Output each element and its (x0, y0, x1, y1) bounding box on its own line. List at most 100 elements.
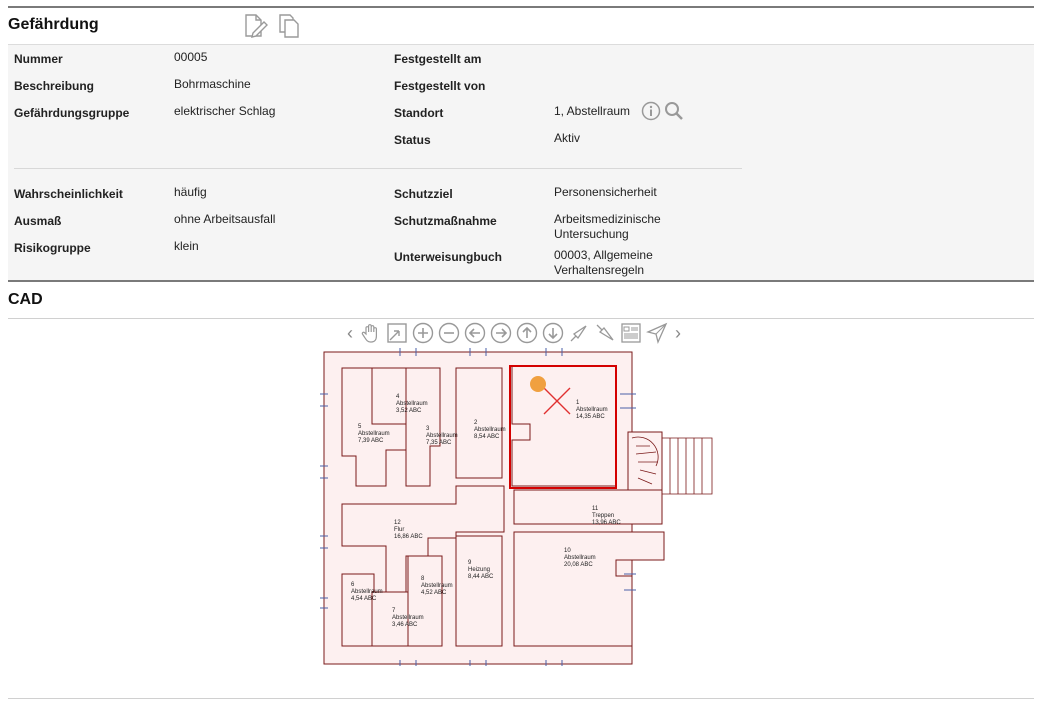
pan-button[interactable] (359, 321, 383, 345)
arrow-left-circle-icon (464, 322, 486, 344)
pointer-arrow-icon (646, 322, 668, 344)
pan-left-button[interactable] (463, 321, 487, 345)
room-6-name: Abstellraum (351, 589, 383, 595)
value-location: 1, Abstellraum (554, 104, 631, 118)
label-protective-measure: Schutzmaßnahme (394, 214, 497, 228)
label-instruction-book: Unterweisungbuch (394, 250, 503, 264)
zoom-extents-button[interactable] (567, 321, 591, 345)
room-7-name: Abstellraum (392, 615, 424, 621)
label-detected-by: Festgestellt von (394, 79, 486, 93)
room-6-area: 4,54 ABC (351, 596, 377, 602)
room-4-outline (371, 367, 407, 425)
value-hazard-group: elektrischer Schlag (174, 104, 276, 118)
zoom-out-button[interactable] (437, 321, 461, 345)
label-location: Standort (394, 106, 444, 120)
room-4-area: 3,52 ABC (396, 408, 422, 414)
room-2-name: Abstellraum (474, 427, 506, 433)
value-probability: häufig (174, 185, 207, 199)
room-3-area: 7,35 ABC (426, 440, 452, 446)
hazard-toolbar (242, 13, 300, 39)
room-4-name: Abstellraum (396, 401, 428, 407)
room-9-name: Heizung (468, 567, 490, 573)
location-info-button[interactable] (641, 101, 661, 124)
value-protective-measure-line1: Arbeitsmedizinische (554, 212, 661, 226)
zoom-window-button[interactable] (385, 321, 409, 345)
zoom-out-icon (438, 322, 460, 344)
pan-right-button[interactable] (489, 321, 513, 345)
room-5-area: 7,39 ABC (358, 438, 384, 444)
top-rule (8, 6, 1034, 8)
room-9-outline (455, 535, 503, 647)
label-description: Beschreibung (14, 79, 95, 93)
room-8-area: 4,52 ABC (421, 590, 447, 596)
label-probability: Wahrscheinlichkeit (14, 187, 123, 201)
list-panel-icon (621, 323, 641, 343)
label-number: Nummer (14, 52, 63, 66)
label-hazard-group: Gefährdungsgruppe (14, 106, 130, 120)
room-9-area: 8,44 ABC (468, 574, 494, 580)
room-2-outline (455, 367, 503, 479)
room-12-name: Flur (394, 527, 404, 533)
room-6-outline (341, 573, 375, 647)
floor-plan[interactable]: 1 Abstellraum 14,35 ABC 2 Abstellraum 8,54 A… (320, 346, 720, 666)
arrow-right-circle-icon (490, 322, 512, 344)
value-extent: ohne Arbeitsausfall (174, 212, 276, 226)
value-description: Bohrmaschine (174, 77, 251, 91)
room-1-area: 14,35 ABC (576, 414, 605, 420)
arrow-down-circle-icon (542, 322, 564, 344)
room-2-area: 8,54 ABC (474, 434, 500, 440)
cad-bottom-rule (8, 698, 1034, 699)
pan-down-button[interactable] (541, 321, 565, 345)
room-10-area: 20,08 ABC (564, 562, 593, 568)
toolbar-scroll-right[interactable]: › (671, 321, 685, 345)
room-3-name: Abstellraum (426, 433, 458, 439)
room-11-name: Treppen (592, 513, 614, 519)
copy-icon (279, 14, 299, 38)
label-status: Status (394, 133, 431, 147)
room-11-outline (513, 489, 663, 525)
copy-button[interactable] (278, 13, 300, 39)
room-5-name: Abstellraum (358, 431, 390, 437)
room-8-name: Abstellraum (421, 583, 453, 589)
room-7-area: 3,46 ABC (392, 622, 418, 628)
value-risk-group: klein (174, 239, 199, 253)
cad-top-rule (8, 318, 1034, 319)
layers-button[interactable] (619, 321, 643, 345)
select-button[interactable] (645, 321, 669, 345)
arrow-diagonal-in-icon (596, 324, 614, 341)
pan-up-button[interactable] (515, 321, 539, 345)
edit-document-icon (245, 14, 268, 38)
zoom-in-button[interactable] (411, 321, 435, 345)
room-10-name: Abstellraum (564, 555, 596, 561)
value-protection-goal: Personensicherheit (554, 185, 657, 199)
exterior-stair-steps (661, 437, 713, 495)
room-1-name: Abstellraum (576, 407, 608, 413)
hazard-marker (530, 376, 546, 392)
section-divider (14, 168, 742, 169)
search-icon (665, 102, 683, 120)
arrow-up-circle-icon (516, 322, 538, 344)
value-number: 00005 (174, 50, 208, 64)
room-12-number: 12 (394, 520, 401, 526)
room-8-outline (407, 555, 443, 647)
toolbar-scroll-left[interactable]: ‹ (343, 321, 357, 345)
section-title-cad: CAD (8, 291, 43, 308)
value-protective-measure-line2: Untersuchung (554, 227, 629, 241)
room-10-outline (513, 531, 665, 647)
location-search-button[interactable] (664, 101, 684, 124)
zoom-reset-button[interactable] (593, 321, 617, 345)
label-risk-group: Risikogruppe (14, 241, 91, 255)
room-11-area: 13,96 ABC (592, 520, 621, 526)
hazard-details-panel: Nummer 00005 Beschreibung Bohrmaschine G… (8, 44, 1034, 281)
value-instruction-book-line2: Verhaltensregeln (554, 263, 645, 277)
room-12-area: 16,86 ABC (394, 534, 423, 540)
room-11-number: 11 (592, 506, 599, 512)
zoom-in-icon (412, 322, 434, 344)
hand-icon (361, 324, 377, 343)
edit-button[interactable] (242, 13, 268, 39)
panel-bottom-rule (8, 280, 1034, 282)
zoom-window-icon (387, 323, 407, 343)
value-status: Aktiv (554, 131, 581, 145)
label-protection-goal: Schutzziel (394, 187, 453, 201)
cad-toolbar: ‹ › (343, 320, 685, 346)
